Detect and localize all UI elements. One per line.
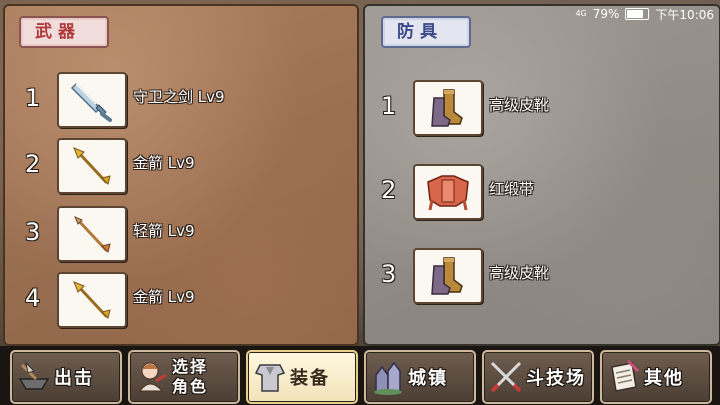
ship-icon — [18, 361, 50, 390]
nav-other-button[interactable]: 其他 — [600, 350, 712, 404]
weapon-slot-1[interactable]: 1 守卫之剑 Lv9 — [25, 72, 345, 128]
nav-equip-label: 装备 — [290, 368, 330, 389]
armor-icon — [254, 364, 286, 392]
slot-number: 2 — [381, 176, 397, 204]
item-icon-frame — [57, 272, 127, 328]
item-icon-frame — [413, 164, 483, 220]
nav-select-character-line1: 选择 — [172, 357, 209, 376]
sword-icon — [70, 82, 112, 122]
status-bar: 4G 79% 下午10:06 — [575, 4, 714, 24]
slot-number: 3 — [25, 218, 41, 246]
nav-sortie-label: 出击 — [54, 368, 94, 389]
item-name: 守卫之剑 Lv9 — [133, 88, 225, 106]
battery-percent: 79% — [592, 7, 620, 21]
item-name: 金箭 Lv9 — [133, 288, 195, 306]
item-icon-frame — [413, 80, 483, 136]
nav-sortie-button[interactable]: 出击 — [10, 350, 122, 404]
nav-select-character-label: 选择 角色 — [172, 357, 208, 397]
battery-icon — [625, 8, 650, 20]
item-name: 红缎带 — [489, 180, 535, 198]
armor-title: 防具 — [381, 16, 471, 48]
gold-arrow-icon — [73, 281, 111, 319]
network-icon: 4G — [575, 9, 587, 18]
castle-icon — [374, 361, 402, 395]
nav-arena-button[interactable]: 斗技场 — [482, 350, 594, 404]
weapon-slot-2[interactable]: 2 金箭 Lv9 — [25, 138, 345, 194]
nav-select-character-button[interactable]: 选择 角色 — [128, 350, 240, 404]
leather-boots-icon — [431, 89, 463, 127]
armor-panel: 防具 1 高级皮靴 2 红缎带 3 高级皮靴 — [363, 4, 720, 346]
slot-number: 1 — [25, 84, 41, 112]
nav-other-label: 其他 — [644, 368, 684, 389]
clock: 下午10:06 — [655, 7, 714, 22]
nav-arena-label: 斗技场 — [526, 368, 586, 389]
nav-town-label: 城镇 — [408, 368, 448, 389]
crossed-swords-icon — [490, 361, 522, 393]
armor-slot-2[interactable]: 2 红缎带 — [381, 164, 701, 220]
weapons-panel: 武器 1 守卫之剑 Lv9 2 金箭 Lv9 3 轻箭 Lv9 4 金箭 Lv9 — [3, 4, 359, 346]
weapon-slot-3[interactable]: 3 轻箭 Lv9 — [25, 206, 345, 262]
item-name: 高级皮靴 — [489, 96, 550, 114]
nav-select-character-line2: 角色 — [172, 377, 209, 396]
item-name: 高级皮靴 — [489, 264, 550, 282]
nav-equip-button[interactable]: 装备 — [246, 350, 358, 404]
slot-number: 3 — [381, 260, 397, 288]
item-name: 金箭 Lv9 — [133, 154, 195, 172]
slot-number: 2 — [25, 150, 41, 178]
item-icon-frame — [413, 248, 483, 304]
weapon-slot-4[interactable]: 4 金箭 Lv9 — [25, 272, 345, 328]
item-name: 轻箭 Lv9 — [133, 222, 195, 240]
light-arrow-icon — [74, 216, 111, 253]
item-icon-frame — [57, 138, 127, 194]
leather-boots-icon — [431, 257, 463, 295]
red-sash-icon — [427, 175, 469, 211]
character-icon — [139, 362, 167, 392]
scroll-icon — [611, 359, 640, 392]
slot-number: 1 — [381, 92, 397, 120]
nav-town-button[interactable]: 城镇 — [364, 350, 476, 404]
item-icon-frame — [57, 72, 127, 128]
gold-arrow-icon — [73, 147, 111, 185]
slot-number: 4 — [25, 284, 41, 312]
bottom-nav: 出击 选择 角色 装备 城镇 斗技场 其他 — [0, 346, 720, 405]
weapons-title: 武器 — [19, 16, 109, 48]
armor-slot-1[interactable]: 1 高级皮靴 — [381, 80, 701, 136]
armor-slot-3[interactable]: 3 高级皮靴 — [381, 248, 701, 304]
item-icon-frame — [57, 206, 127, 262]
